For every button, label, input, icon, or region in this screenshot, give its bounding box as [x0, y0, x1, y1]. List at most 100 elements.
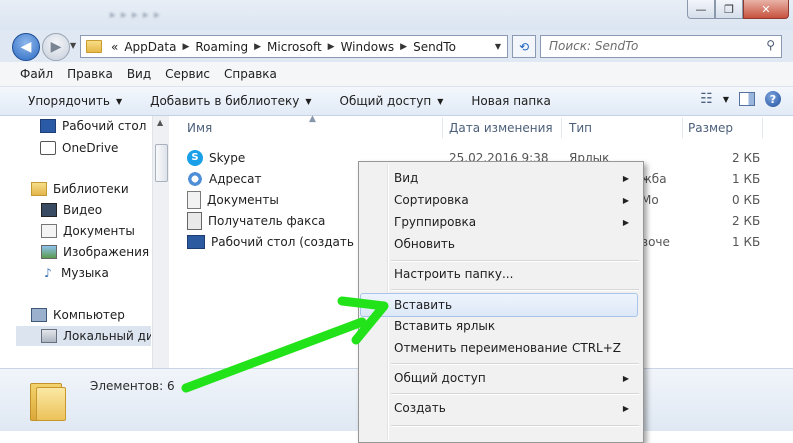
video-icon — [41, 203, 57, 217]
nav-item-label: Локальный диск — [63, 329, 151, 343]
recent-pages-dropdown[interactable]: ▼ — [70, 41, 76, 50]
breadcrumb-separator-icon[interactable]: ▶ — [325, 42, 338, 52]
nav-item-label: Компьютер — [53, 308, 125, 322]
desktop-icon — [40, 119, 56, 133]
submenu-arrow-icon: ▶ — [622, 195, 629, 205]
new-folder-label: Новая папка — [471, 94, 551, 108]
menu-item-label: Вид — [394, 171, 419, 185]
menu-item-refresh[interactable]: Обновить — [361, 233, 639, 255]
menu-item-label: Отменить переименование — [394, 341, 568, 355]
menu-tools[interactable]: Сервис — [158, 67, 217, 81]
scroll-up-icon[interactable]: ▲ — [157, 118, 163, 127]
music-icon: ♪ — [41, 266, 55, 280]
nav-item-libraries[interactable]: Библиотеки — [31, 179, 129, 199]
menu-item-label: Обновить — [394, 237, 455, 251]
menu-item-group[interactable]: Группировка ▶ — [361, 211, 639, 233]
breadcrumb-microsoft[interactable]: Microsoft — [264, 40, 325, 54]
breadcrumb-separator-icon[interactable]: ▶ — [251, 42, 264, 52]
breadcrumb-appdata[interactable]: AppData — [121, 40, 179, 54]
menu-separator — [391, 260, 639, 262]
file-type: воче — [641, 234, 670, 249]
address-bar[interactable]: « AppData ▶ Roaming ▶ Microsoft ▶ Window… — [80, 35, 508, 58]
preview-pane-icon[interactable] — [739, 92, 755, 106]
search-input[interactable]: Поиск: SendTo ⚲ — [540, 35, 782, 58]
menu-view[interactable]: Вид — [120, 67, 158, 81]
address-dropdown-icon[interactable]: ▼ — [495, 42, 501, 51]
menu-item-sort[interactable]: Сортировка ▶ — [361, 189, 639, 211]
back-button[interactable]: ◀ — [12, 33, 40, 61]
nav-item-label: Музыка — [61, 266, 109, 280]
nav-item-documents[interactable]: Документы — [41, 221, 135, 241]
menu-item-label: Сортировка — [394, 193, 469, 207]
documents-icon — [187, 190, 201, 209]
menu-help[interactable]: Справка — [217, 67, 284, 81]
breadcrumb-sendto[interactable]: SendTo — [410, 40, 459, 54]
column-divider[interactable] — [762, 118, 763, 138]
nav-item-computer[interactable]: Компьютер — [31, 305, 125, 325]
onedrive-icon — [40, 141, 56, 155]
organize-button[interactable]: Упорядочить ▼ — [0, 94, 136, 108]
view-dropdown-icon[interactable]: ▼ — [723, 95, 729, 104]
nav-item-music[interactable]: ♪ Музыка — [41, 263, 109, 283]
nav-item-pictures[interactable]: Изображения — [41, 242, 149, 262]
column-header-label: Размер — [688, 121, 734, 135]
menu-item-label: Настроить папку... — [394, 267, 514, 281]
change-view-icon[interactable]: ☷ — [700, 91, 713, 107]
help-icon[interactable]: ? — [765, 91, 781, 107]
close-button[interactable]: ✕ — [743, 0, 789, 19]
address-overflow[interactable]: « — [108, 40, 121, 54]
menu-separator — [391, 363, 639, 365]
column-divider[interactable] — [682, 118, 683, 138]
refresh-button[interactable]: ⟲ — [512, 35, 536, 58]
computer-icon — [31, 308, 47, 322]
minimize-button[interactable]: — — [687, 0, 715, 19]
file-size: 2 КБ — [732, 150, 761, 165]
forward-button[interactable]: ▶ — [42, 33, 70, 61]
new-folder-button[interactable]: Новая папка — [457, 94, 564, 108]
column-divider[interactable] — [561, 118, 562, 138]
view-controls: ☷ ▼ ? — [700, 91, 781, 107]
menu-item-new[interactable]: Создать ▶ — [361, 397, 639, 419]
organize-label: Упорядочить — [28, 94, 110, 108]
share-button[interactable]: Общий доступ ▼ — [326, 94, 458, 108]
breadcrumb-windows[interactable]: Windows — [338, 40, 398, 54]
folder-icon — [30, 379, 66, 421]
column-header-label: Дата изменения — [449, 121, 553, 135]
file-name: Адресат — [209, 171, 262, 186]
back-arrow-icon: ◀ — [20, 39, 32, 55]
search-icon: ⚲ — [766, 38, 775, 52]
maximize-button[interactable]: ❐ — [715, 0, 743, 19]
nav-item-local-disk[interactable]: Локальный диск — [16, 326, 151, 346]
menu-item-paste-shortcut[interactable]: Вставить ярлык — [361, 315, 639, 337]
pictures-icon — [41, 245, 57, 259]
sort-ascending-icon: ▲ — [309, 114, 316, 124]
column-header-size[interactable]: Размер — [688, 116, 768, 140]
menu-file[interactable]: Файл — [0, 67, 60, 81]
column-header-date[interactable]: Дата изменения — [449, 116, 564, 140]
breadcrumb-roaming[interactable]: Roaming — [192, 40, 251, 54]
menu-item-customize-folder[interactable]: Настроить папку... — [361, 263, 639, 285]
menu-item-undo-rename[interactable]: Отменить переименование CTRL+Z — [361, 337, 639, 359]
scrollbar-thumb[interactable] — [155, 144, 168, 182]
context-menu: Вид ▶ Сортировка ▶ Группировка ▶ Обновит… — [358, 161, 644, 443]
nav-pane-scrollbar[interactable]: ▲ — [152, 116, 169, 368]
nav-item-desktop[interactable]: Рабочий стол — [40, 116, 146, 136]
menu-item-paste[interactable]: Вставить — [360, 293, 638, 317]
folder-icon — [86, 40, 102, 53]
add-to-library-label: Добавить в библиотеку — [150, 94, 300, 108]
menu-edit[interactable]: Правка — [60, 67, 120, 81]
nav-item-label: OneDrive — [62, 141, 119, 155]
menu-item-share[interactable]: Общий доступ ▶ — [361, 367, 639, 389]
nav-item-label: Рабочий стол — [62, 119, 147, 133]
breadcrumb-separator-icon[interactable]: ▶ — [179, 42, 192, 52]
title-bar: ▸ ▸ ▸ ▸ ▸ — ❐ ✕ — [0, 0, 793, 30]
breadcrumb-separator-icon[interactable]: ▶ — [397, 42, 410, 52]
nav-item-video[interactable]: Видео — [41, 200, 102, 220]
add-to-library-button[interactable]: Добавить в библиотеку ▼ — [136, 94, 325, 108]
window-controls: — ❐ ✕ — [687, 0, 789, 19]
menu-item-view[interactable]: Вид ▶ — [361, 167, 639, 189]
nav-item-label: Изображения — [63, 245, 150, 259]
column-divider[interactable] — [442, 118, 443, 138]
nav-item-onedrive[interactable]: OneDrive — [40, 138, 118, 158]
column-header-type[interactable]: Тип — [569, 116, 679, 140]
